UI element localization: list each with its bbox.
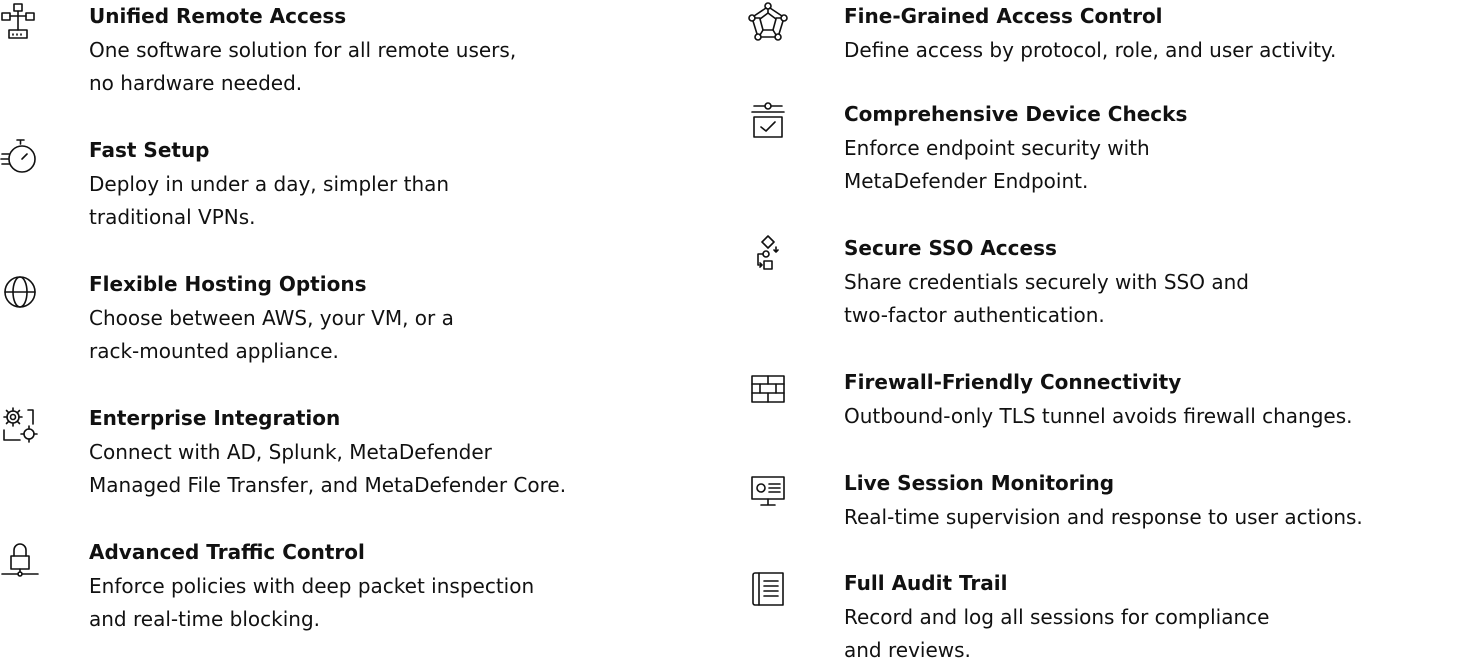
- feature-description: Enforce policies with deep packet inspec…: [89, 574, 535, 631]
- feature-description: Share credentials securely with SSO and …: [844, 270, 1249, 327]
- lock-icon: [0, 538, 40, 578]
- feature-description: One software solution for all remote use…: [89, 38, 517, 95]
- firewall-icon: [748, 368, 788, 408]
- feature-title: Flexible Hosting Options: [89, 272, 367, 296]
- feature-description: Connect with AD, Splunk, MetaDefender Ma…: [89, 440, 567, 497]
- feature-description: Enforce endpoint security with MetaDefen…: [844, 136, 1150, 193]
- feature-description: Deploy in under a day, simpler than trad…: [89, 172, 450, 229]
- feature-description: Define access by protocol, role, and use…: [844, 38, 1337, 62]
- monitor-icon: [748, 469, 788, 509]
- gears-icon: [0, 404, 40, 444]
- feature-title: Secure SSO Access: [844, 236, 1057, 260]
- network-icon: [0, 2, 40, 42]
- workflow-icon: [748, 234, 788, 274]
- stopwatch-icon: [0, 136, 40, 176]
- feature-title: Firewall-Friendly Connectivity: [844, 370, 1182, 394]
- feature-title: Enterprise Integration: [89, 406, 341, 430]
- feature-title: Fast Setup: [89, 138, 210, 162]
- feature-title: Advanced Traffic Control: [89, 540, 365, 564]
- feature-description: Real-time supervision and response to us…: [844, 505, 1363, 529]
- feature-description: Choose between AWS, your VM, or a rack-m…: [89, 306, 454, 363]
- feature-description: Outbound-only TLS tunnel avoids firewall…: [844, 404, 1353, 428]
- feature-description: Record and log all sessions for complian…: [844, 605, 1270, 662]
- polygon-network-icon: [748, 2, 788, 42]
- device-check-icon: [748, 100, 788, 140]
- globe-icon: [0, 270, 40, 310]
- feature-title: Unified Remote Access: [89, 4, 347, 28]
- feature-title: Fine-Grained Access Control: [844, 4, 1163, 28]
- document-list-icon: [748, 569, 788, 609]
- feature-title: Comprehensive Device Checks: [844, 102, 1188, 126]
- feature-title: Live Session Monitoring: [844, 471, 1115, 495]
- feature-title: Full Audit Trail: [844, 571, 1008, 595]
